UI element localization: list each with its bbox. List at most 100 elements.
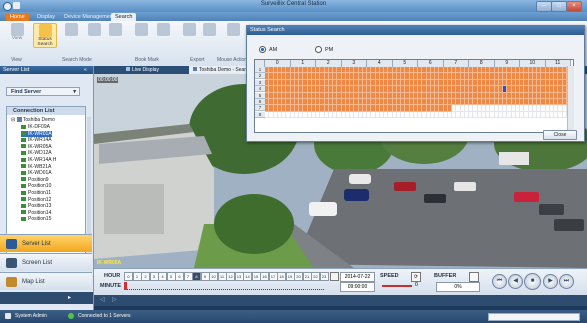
speed-reset-icon[interactable]: ⟳ [411,272,421,282]
video-toolbar: ◁ ▷ [94,295,587,306]
grid-hour-header: 3 [341,60,367,67]
search-mode-b-button[interactable] [83,23,105,36]
server-icon [16,117,22,123]
stop-icon: ■ [530,278,535,284]
left-panel: Server List « Find Server ▾ Connection Li… [0,66,94,313]
tree-camera-item[interactable]: Position11 [21,190,51,196]
mouse-action-button[interactable] [222,23,244,36]
tab-device-management[interactable]: Device Management [60,13,118,21]
nav-map-list[interactable]: Map List [0,272,92,290]
connection-list-scrollbar[interactable] [87,117,91,252]
tree-camera-item[interactable]: IK-WD01A [21,170,52,176]
group-mouse-action: Mouse Action [217,57,248,63]
grid-hour-header: 5 [392,60,418,67]
collapse-arrow-icon: ▸ [68,295,72,301]
buffer-bar: 0% [436,282,480,292]
camera-icon [21,177,26,182]
prev-page-icon[interactable]: ◁ [100,296,105,303]
bookmark-a-icon [134,23,148,36]
play-button[interactable]: ▶ [543,274,558,289]
pm-radio-dot [315,46,322,53]
nav-server-list[interactable]: Server List [0,234,92,252]
minute-timeline[interactable] [124,283,324,290]
camera-name: IK-WD01A [28,170,52,177]
tree-camera-item[interactable]: Position9 [21,177,49,183]
time-field[interactable]: 09:00:00 [340,282,375,292]
grid-row-label: 7 [255,105,265,112]
camera-name: Position10 [28,183,52,190]
camera-name: IK-WR14A [28,137,52,144]
grid-corner [255,60,265,67]
camera-icon [21,217,26,222]
tab-display[interactable]: Display [33,13,59,21]
camera-name: IK-WR01A [28,130,52,137]
connection-status: Connected to 1 Servers [78,313,131,319]
maximize-button[interactable]: □ [551,1,567,12]
grid-row-label: 4 [255,86,265,93]
search-mode-c-button[interactable] [104,23,126,36]
expand-icon[interactable]: ⊟ [11,117,15,123]
grid-hour-header: 1 [290,60,316,67]
buffer-box-icon[interactable] [469,272,479,282]
close-dialog-button[interactable]: Close [543,130,577,140]
search-mode-a-button[interactable] [60,23,82,36]
tab-search-view[interactable]: Toshiba Demo - Sear [189,66,250,74]
camera-icon [21,164,26,169]
panel-collapse-bar[interactable]: ▸ [0,292,93,304]
export-b-icon [202,23,216,36]
close-button[interactable]: × [566,1,582,12]
tree-camera-item[interactable]: Position10 [21,183,51,189]
bookmark-b-button[interactable] [152,23,174,36]
tree-camera-item[interactable]: IK-WD12A [21,150,52,156]
tree-camera-item[interactable]: Position12 [21,197,51,203]
pin-icon[interactable]: « [84,67,87,73]
tree-camera-item[interactable]: IK-WR14A H [21,157,56,163]
tree-camera-item[interactable]: IK-WR14A [21,137,52,143]
reverse-play-button[interactable]: ◀ [508,274,523,289]
tree-camera-item[interactable]: IK-DF09A [21,124,50,130]
next-page-icon[interactable]: ▷ [112,296,117,303]
view-button[interactable]: View [6,23,28,41]
skip-forward-button[interactable]: ⏭ [559,274,574,289]
play-icon: ▶ [548,278,553,284]
date-field[interactable]: 2014-07-22 [340,272,375,282]
stop-button[interactable]: ■ [524,273,541,290]
tab-search[interactable]: Search [111,13,137,21]
find-server-dropdown[interactable]: Find Server ▾ [6,87,80,96]
minimize-button[interactable]: – [536,1,552,12]
grid-scrollbar[interactable] [567,66,574,131]
tree-camera-item[interactable]: Position13 [21,203,51,209]
group-export: Export [190,57,205,63]
view-icon [10,23,24,36]
pm-radio[interactable]: PM [315,46,333,53]
speed-slider[interactable] [382,285,412,287]
camera-icon [21,170,26,175]
tree-camera-item[interactable]: Position14 [21,210,51,216]
calendar-icon[interactable] [330,272,339,281]
camera-icon [21,151,26,156]
grid-row-label: 2 [255,73,265,80]
grid-row-label: 8 [255,111,265,118]
bookmark-a-button[interactable] [130,23,152,36]
tree-camera-item[interactable]: IK-WR05A [21,144,52,150]
server-list-icon [6,239,17,249]
export-button[interactable] [178,23,200,36]
tree-camera-item[interactable]: IK-WB21A [21,164,51,170]
skip-back-button[interactable]: ⏮ [492,274,507,289]
timeline-cursor[interactable] [124,282,127,290]
camera-name: IK-WD12A [28,150,52,157]
camera-name: Position11 [28,190,51,196]
tree-server[interactable]: ⊟ Toshiba Demo [11,117,55,123]
camera-icon [21,157,26,162]
status-search-button[interactable]: Status Search [33,23,57,48]
am-radio[interactable]: AM [259,46,277,53]
export-b-button[interactable] [198,23,220,36]
tree-camera-item[interactable]: Position15 [21,216,51,222]
camera-icon [21,190,26,195]
nav-screen-list[interactable]: Screen List [0,253,92,271]
grid-row-label: 5 [255,92,265,99]
hour-button[interactable]: 23 [319,272,329,281]
tree-camera-item[interactable]: IK-WR01A [21,130,52,137]
tab-live-display[interactable]: Live Display [122,66,163,74]
tab-home[interactable]: Home [6,13,29,21]
